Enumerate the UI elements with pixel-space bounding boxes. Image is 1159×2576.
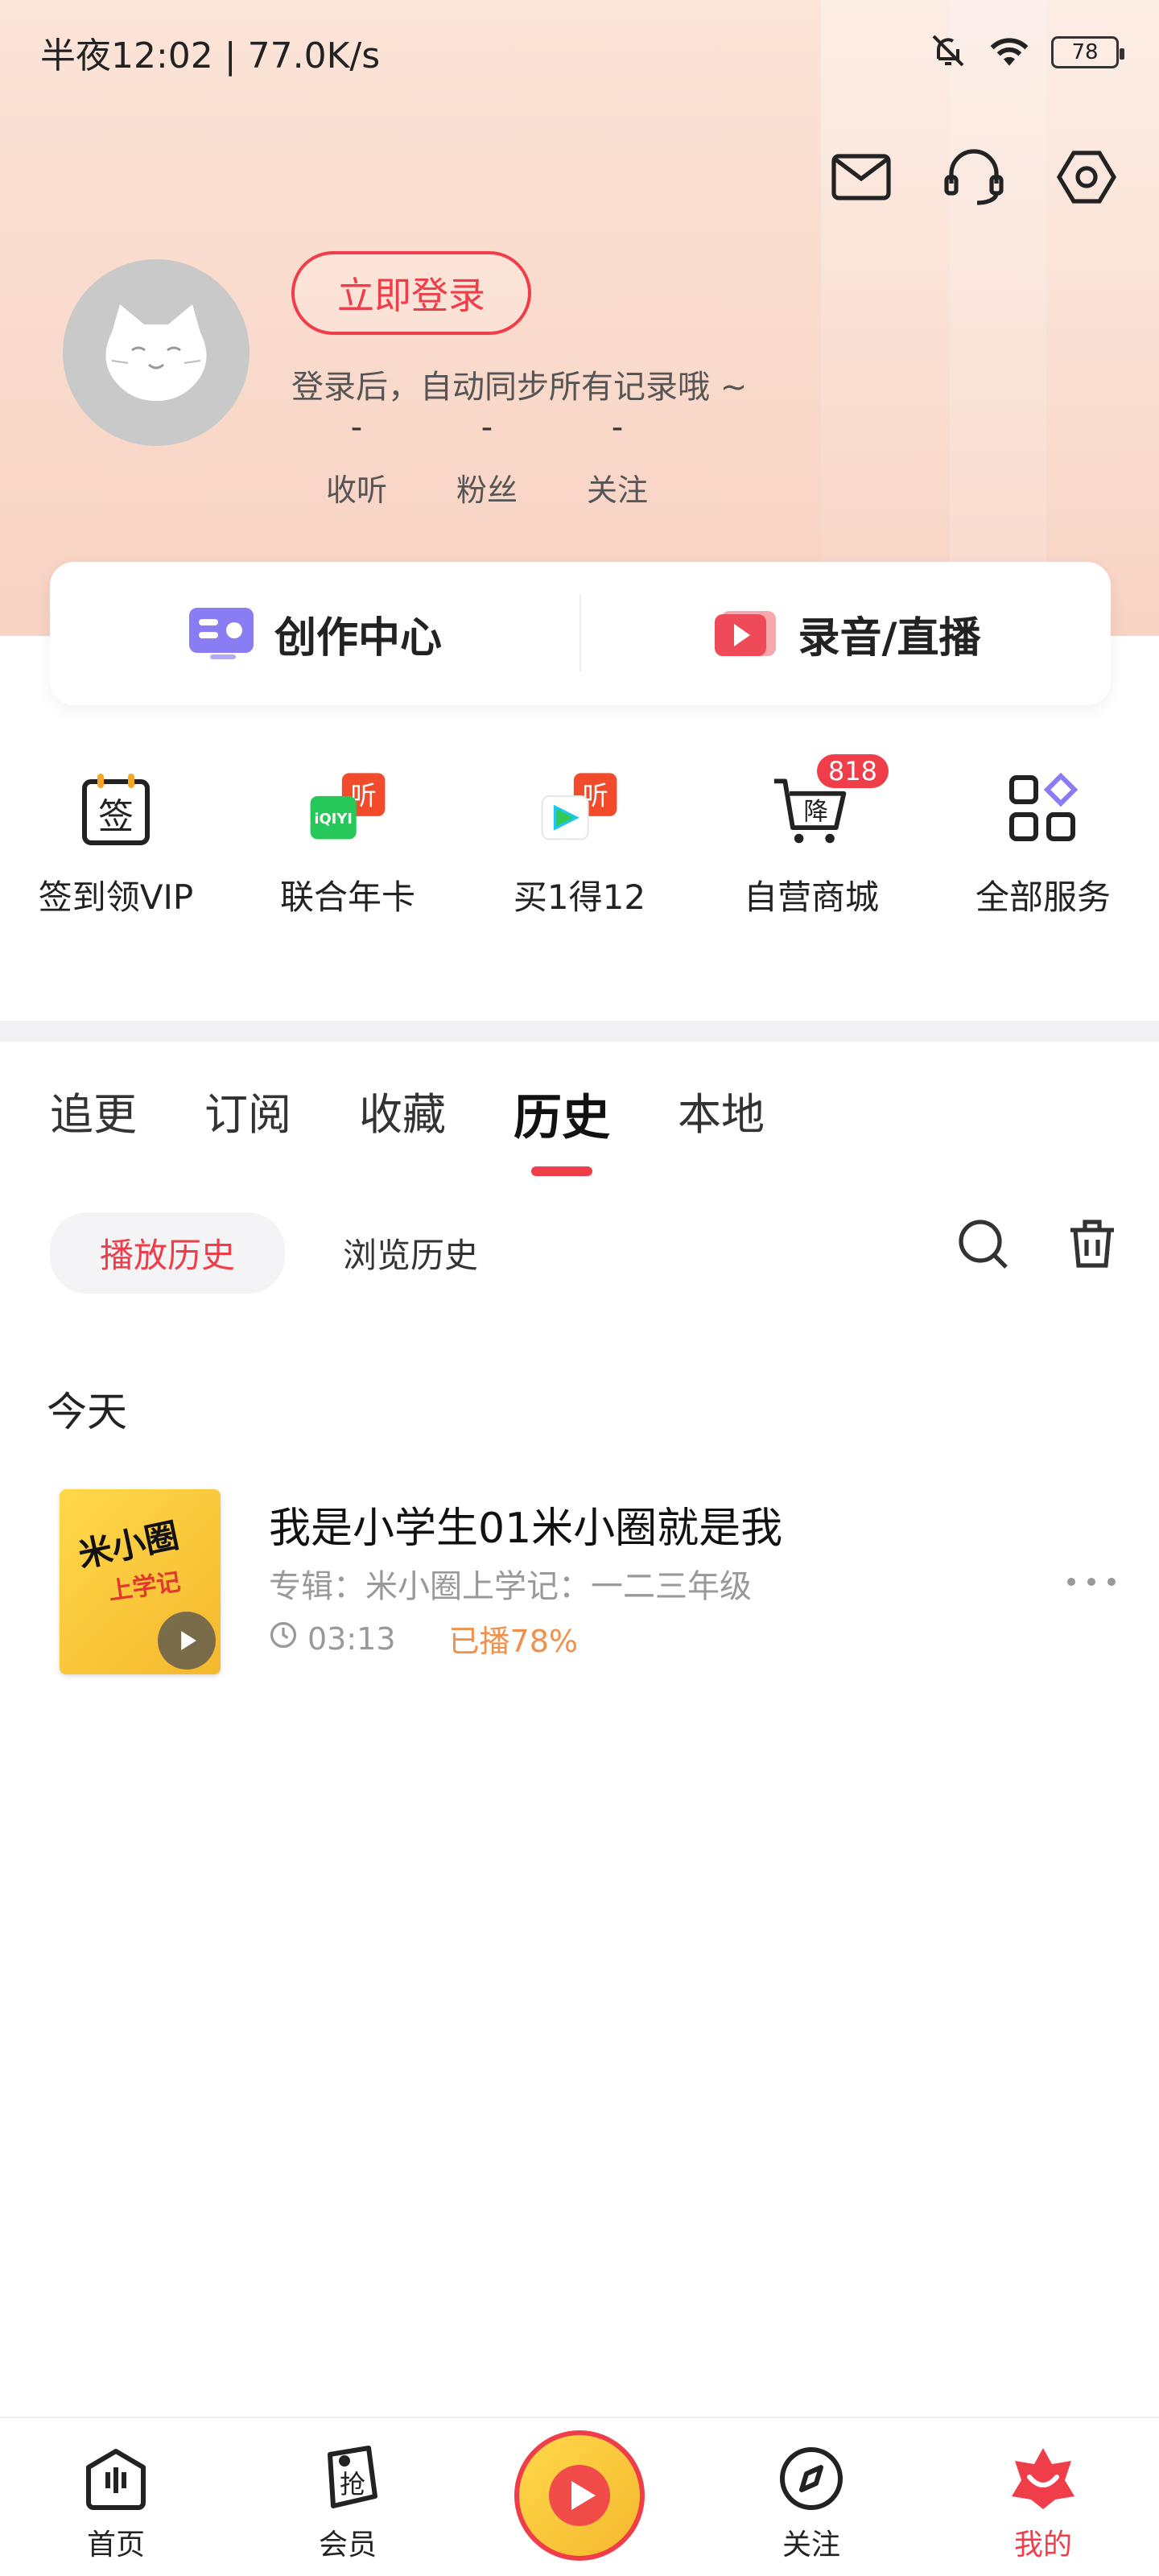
nav-home[interactable]: 首页 xyxy=(0,2418,232,2576)
vip-icon: 抢 xyxy=(311,2442,384,2515)
compass-icon xyxy=(775,2442,848,2515)
record-live-label: 录音/直播 xyxy=(798,613,981,663)
stat-value: - xyxy=(481,409,493,446)
nav-label: 我的 xyxy=(1013,2529,1072,2562)
search-icon[interactable] xyxy=(956,1217,1009,1274)
album-cover[interactable]: 米小圈 上学记 xyxy=(60,1489,221,1674)
service-joint-annual-card[interactable]: 听 iQIYI 联合年卡 xyxy=(232,769,464,930)
episode-meta: 03:13 已播78% xyxy=(269,1616,578,1661)
battery-level: 78 xyxy=(1071,40,1099,64)
history-item[interactable]: 米小圈 上学记 我是小学生01米小圈就是我 专辑：米小圈上学记：一二三年级 03… xyxy=(47,1480,1125,1681)
service-buy1get12[interactable]: 听 买1得12 xyxy=(464,769,695,930)
day-label: 今天 xyxy=(47,1389,127,1435)
record-live-button[interactable]: 录音/直播 xyxy=(581,562,1111,705)
history-actions xyxy=(956,1217,1119,1274)
stat-following[interactable]: - 关注 xyxy=(552,409,683,510)
service-label: 联合年卡 xyxy=(279,877,415,917)
settings-icon[interactable] xyxy=(1054,145,1119,209)
nav-following[interactable]: 关注 xyxy=(695,2418,927,2576)
stat-value: - xyxy=(350,409,363,446)
nav-now-playing[interactable] xyxy=(464,2418,695,2576)
status-time-speed: 半夜12:02 | 77.0K/s xyxy=(40,35,381,76)
tab-favorites[interactable]: 收藏 xyxy=(359,1079,446,1149)
create-card: 创作中心 录音/直播 xyxy=(50,562,1111,705)
avatar[interactable] xyxy=(63,259,250,446)
creator-center-icon xyxy=(188,608,254,659)
login-hint: 登录后，自动同步所有记录哦 ~ xyxy=(291,369,748,406)
battery-indicator: 78 xyxy=(1051,36,1124,68)
wifi-icon xyxy=(987,31,1032,73)
nav-vip[interactable]: 抢 会员 xyxy=(232,2418,464,2576)
service-label: 买1得12 xyxy=(513,877,646,917)
tencent-video-ting-icon: 听 xyxy=(539,769,620,849)
mail-icon[interactable] xyxy=(829,145,893,209)
svg-text:抢: 抢 xyxy=(340,2469,365,2500)
promo-badge: 818 xyxy=(816,754,889,788)
login-button[interactable]: 立即登录 xyxy=(291,251,531,335)
tab-local[interactable]: 本地 xyxy=(678,1079,765,1149)
nav-label: 首页 xyxy=(86,2529,145,2562)
header-actions xyxy=(829,145,1119,209)
headset-icon[interactable] xyxy=(942,145,1006,209)
service-mall[interactable]: 降 818 自营商城 xyxy=(695,754,927,930)
tab-following-updates[interactable]: 追更 xyxy=(50,1079,137,1149)
svg-text:降: 降 xyxy=(803,797,828,826)
cart-icon: 降 818 xyxy=(771,754,889,849)
episode-title: 我是小学生01米小圈就是我 xyxy=(269,1505,783,1553)
play-icon[interactable] xyxy=(158,1612,216,1670)
play-progress: 已播78% xyxy=(448,1624,578,1659)
checkin-icon: 签 xyxy=(76,769,156,849)
service-grid: 签 签到领VIP 听 iQIYI 联合年卡 听 买1得12 降 818 自营商城… xyxy=(0,754,1159,930)
bottom-navigation: 首页 抢 会员 关注 我的 xyxy=(0,2417,1159,2576)
home-icon xyxy=(80,2442,152,2515)
cat-avatar-icon xyxy=(105,304,207,401)
section-separator xyxy=(0,1021,1159,1042)
iqiyi-ting-icon: 听 iQIYI xyxy=(307,769,388,849)
mine-icon xyxy=(1007,2442,1079,2515)
grid-apps-icon xyxy=(1003,769,1083,849)
svg-text:iQIYI: iQIYI xyxy=(314,811,353,828)
record-live-icon xyxy=(714,611,776,656)
service-label: 自营商城 xyxy=(743,877,879,917)
library-tabs: 追更 订阅 收藏 历史 本地 xyxy=(50,1079,832,1149)
service-all[interactable]: 全部服务 xyxy=(927,769,1159,930)
more-options-icon[interactable] xyxy=(1067,1570,1116,1594)
tab-history[interactable]: 历史 xyxy=(514,1079,610,1149)
stat-label: 关注 xyxy=(586,473,648,508)
user-stats: - 收听 - 粉丝 - 关注 xyxy=(291,409,683,510)
stat-listen[interactable]: - 收听 xyxy=(291,409,422,510)
history-subtabs: 播放历史 浏览历史 xyxy=(50,1212,478,1294)
play-icon xyxy=(549,2465,610,2526)
profile-header: 半夜12:02 | 77.0K/s 78 立即登录 登录后，自动同步所有记录哦 … xyxy=(0,0,1159,636)
episode-duration: 03:13 xyxy=(307,1620,396,1657)
stat-label: 收听 xyxy=(325,473,387,508)
service-label: 全部服务 xyxy=(975,877,1111,917)
stat-value: - xyxy=(611,409,624,446)
subtab-play-history[interactable]: 播放历史 xyxy=(50,1212,286,1294)
stat-label: 粉丝 xyxy=(456,473,518,508)
stat-fans[interactable]: - 粉丝 xyxy=(422,409,552,510)
nav-label: 关注 xyxy=(782,2529,840,2562)
status-bar: 半夜12:02 | 77.0K/s 78 xyxy=(0,0,1159,105)
service-label: 签到领VIP xyxy=(38,877,194,917)
clock-icon xyxy=(269,1620,298,1657)
nav-mine[interactable]: 我的 xyxy=(927,2418,1159,2576)
subtab-browse-history[interactable]: 浏览历史 xyxy=(343,1228,478,1278)
nav-label: 会员 xyxy=(318,2529,377,2562)
album-name: 专辑：米小圈上学记：一二三年级 xyxy=(269,1568,752,1605)
creator-center-label: 创作中心 xyxy=(274,613,442,663)
service-checkin-vip[interactable]: 签 签到领VIP xyxy=(0,769,232,930)
trash-icon[interactable] xyxy=(1066,1217,1119,1274)
tab-subscriptions[interactable]: 订阅 xyxy=(204,1079,291,1149)
svg-text:签: 签 xyxy=(98,796,134,837)
now-playing-disc[interactable] xyxy=(514,2430,645,2561)
mute-icon xyxy=(929,31,967,73)
creator-center-button[interactable]: 创作中心 xyxy=(50,562,580,705)
